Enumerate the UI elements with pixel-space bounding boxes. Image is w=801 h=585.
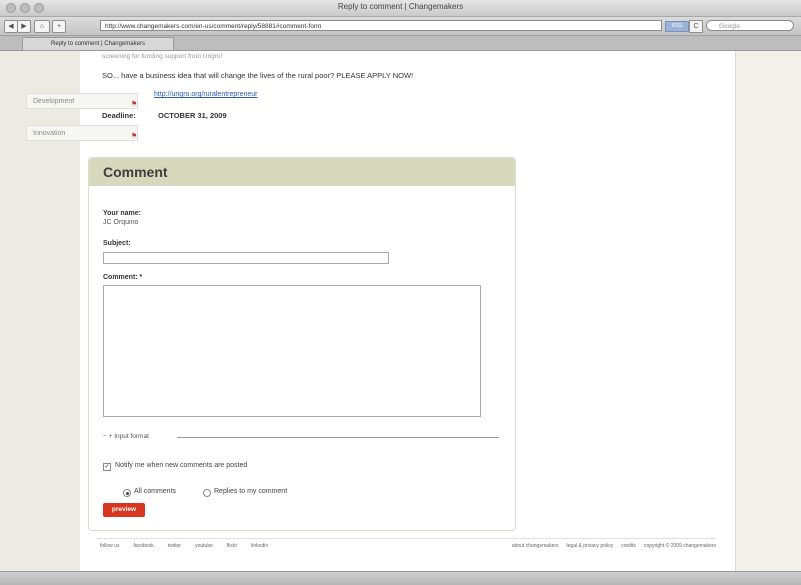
comment-form-card: Comment Your name: JC Orquino Subject: C… bbox=[88, 157, 516, 531]
subject-label: Subject: bbox=[103, 240, 131, 247]
footer-link-facebook[interactable]: facebook bbox=[133, 543, 153, 549]
comment-form-header: Comment bbox=[89, 158, 515, 186]
teaser-line-2: SO... have a business idea that will cha… bbox=[102, 71, 414, 80]
footer-link-youtube[interactable]: youtube bbox=[195, 543, 213, 549]
footer-info-links: about changemakers legal & privacy polic… bbox=[512, 543, 716, 549]
input-format-toggle[interactable]: − + Input format bbox=[103, 433, 149, 440]
page-viewport: screening for funding support from Ungro… bbox=[0, 51, 801, 571]
comment-textarea[interactable] bbox=[103, 285, 481, 417]
footer-link-flickr[interactable]: flickr bbox=[227, 543, 237, 549]
flag-icon: ⚑ bbox=[131, 101, 138, 108]
footer-link-credits[interactable]: credits bbox=[621, 543, 636, 549]
back-button[interactable]: ◀ bbox=[4, 20, 18, 33]
fieldset-divider bbox=[177, 437, 499, 438]
radio-all-comments[interactable] bbox=[123, 489, 131, 497]
notify-checkbox[interactable]: ✓ bbox=[103, 463, 111, 471]
footer-link-twitter[interactable]: twitter bbox=[168, 543, 181, 549]
footer-link-legal[interactable]: legal & privacy policy bbox=[567, 543, 614, 549]
reload-button[interactable]: C bbox=[689, 20, 703, 33]
teaser-line-1: screening for funding support from Ungro… bbox=[102, 53, 223, 60]
right-sidebar bbox=[735, 51, 801, 571]
deadline-label: Deadline: bbox=[102, 111, 136, 120]
search-input[interactable]: Google bbox=[706, 20, 794, 31]
flag-icon: ⚑ bbox=[131, 133, 138, 140]
footer-link-about[interactable]: about changemakers bbox=[512, 543, 559, 549]
address-bar[interactable]: http://www.changemakers.com/en-us/commen… bbox=[100, 20, 662, 31]
teaser-link[interactable]: http://ungro.org/ruralentrepreneur bbox=[154, 91, 258, 98]
comment-heading: Comment bbox=[103, 164, 168, 180]
footer-link-linkedin[interactable]: linkedin bbox=[251, 543, 268, 549]
page-footer: follow us facebook twitter youtube flick… bbox=[96, 538, 716, 551]
forward-button[interactable]: ▶ bbox=[17, 20, 31, 33]
sidetab-label: Development bbox=[33, 98, 75, 105]
comment-label: Comment: * bbox=[103, 274, 143, 281]
title-bar: Reply to comment | Changemakers bbox=[0, 0, 801, 17]
footer-copyright: copyright © 2009 changemakers bbox=[643, 543, 716, 549]
challenge-teaser: screening for funding support from Ungro… bbox=[96, 51, 516, 151]
your-name-label: Your name: bbox=[103, 210, 141, 217]
option-replies-label: Replies to my comment bbox=[214, 488, 288, 495]
radio-replies[interactable] bbox=[203, 489, 211, 497]
subject-input[interactable] bbox=[103, 252, 389, 264]
rss-icon[interactable]: RSS bbox=[665, 21, 689, 32]
sidetab-innovation[interactable]: Innovation ⚑ bbox=[26, 125, 138, 141]
home-button[interactable]: ⌂ bbox=[34, 20, 50, 33]
deadline-value: OCTOBER 31, 2009 bbox=[158, 111, 227, 120]
notify-label: Notify me when new comments are posted bbox=[115, 462, 248, 469]
add-bookmark-button[interactable]: + bbox=[52, 20, 66, 33]
preview-button[interactable]: preview bbox=[103, 503, 145, 517]
option-all-label: All comments bbox=[134, 488, 177, 495]
footer-link-follow[interactable]: follow us bbox=[100, 543, 119, 549]
tab-bar: Reply to comment | Changemakers bbox=[0, 36, 801, 51]
browser-window: Reply to comment | Changemakers ◀ ▶ ⌂ + … bbox=[0, 0, 801, 585]
status-bar bbox=[0, 571, 801, 585]
sidetab-development[interactable]: Development ⚑ bbox=[26, 93, 138, 109]
footer-social-links: follow us facebook twitter youtube flick… bbox=[100, 543, 268, 549]
browser-toolbar: ◀ ▶ ⌂ + http://www.changemakers.com/en-u… bbox=[0, 17, 801, 36]
tab-reply-to-comment[interactable]: Reply to comment | Changemakers bbox=[22, 37, 174, 50]
window-title: Reply to comment | Changemakers bbox=[337, 2, 464, 11]
input-format-label: + Input format bbox=[108, 433, 149, 440]
your-name-value: JC Orquino bbox=[103, 219, 139, 226]
sidetab-label: Innovation bbox=[33, 130, 66, 137]
